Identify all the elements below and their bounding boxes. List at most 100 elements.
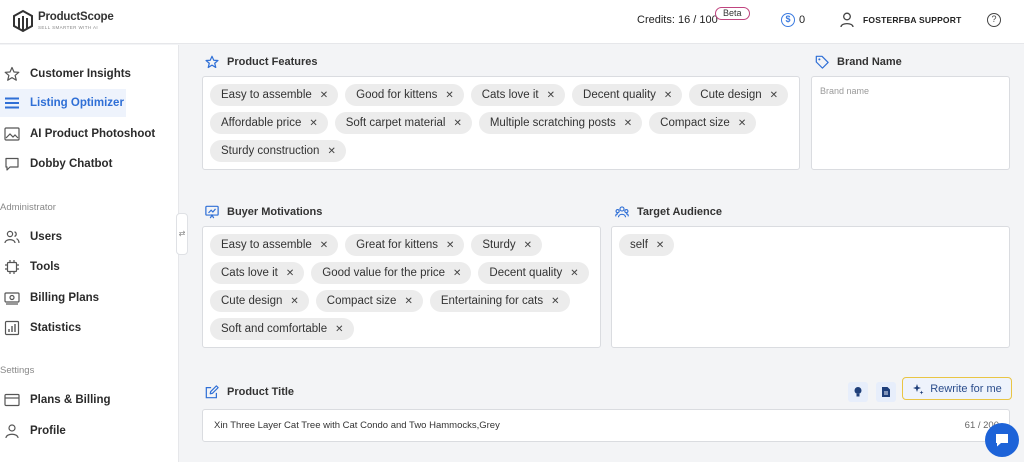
sidebar-collapse-handle[interactable]: ⇄ [176,213,188,255]
sidebar-item-label: Statistics [30,322,82,334]
logo-tagline: SELL SMARTER WITH AI [38,24,99,30]
sidebar-item-label: Listing Optimizer [30,97,124,109]
sidebar-item-label: Customer Insights [30,68,131,80]
brand-name-placeholder: Brand name [820,86,870,96]
chip-label: Decent quality [489,267,563,279]
chip-label: Easy to assemble [221,89,312,101]
section-label-administrator: Administrator [0,202,56,213]
remove-chip-icon[interactable]: ✕ [320,240,328,251]
sidebar-item-plans-billing[interactable]: Plans & Billing [0,386,120,414]
document-icon [882,387,890,397]
chip-label: Cats love it [481,89,539,101]
image-icon [4,126,20,142]
sidebar-item-tools[interactable]: Tools [0,253,100,281]
chip: Multiple scratching posts ✕ [478,112,643,134]
remove-chip-icon[interactable]: ✕ [664,90,672,101]
sidebar-item-billing-plans[interactable]: Billing Plans [0,284,120,312]
remove-chip-icon[interactable]: ✕ [445,90,453,101]
sidebar-item-users[interactable]: Users [0,223,100,251]
sidebar-item-ai-product-photoshoot[interactable]: AI Product Photoshoot [0,120,170,148]
productscope-logo[interactable]: ProductScope SELL SMARTER WITH AI [12,9,114,33]
chip-label: Easy to assemble [221,239,312,251]
rewrite-for-me-button[interactable]: Rewrite for me [902,377,1012,400]
help-icon[interactable]: ? [987,13,1001,27]
chip: Compact size ✕ [315,290,423,312]
audience-icon [615,206,629,218]
chip-label: Great for kittens [356,239,438,251]
buyer-motivations-title: Buyer Motivations [227,206,323,218]
remove-chip-icon[interactable]: ✕ [290,296,298,307]
product-title-heading: Product Title [205,385,294,399]
product-features-box[interactable]: Easy to assemble ✕ Good for kittens ✕ Cats l… [202,76,800,170]
remove-chip-icon[interactable]: ✕ [335,324,343,335]
remove-chip-icon[interactable]: ✕ [286,268,294,279]
user-name[interactable]: FOSTERFBA SUPPORT [863,15,961,25]
chip-label: Cute design [700,89,762,101]
sidebar-item-label: Tools [30,261,60,273]
remove-chip-icon[interactable]: ✕ [453,268,461,279]
chip: Good for kittens ✕ [345,84,464,106]
chip-label: Good value for the price [322,267,446,279]
wallet-icon [4,392,20,408]
user-icon[interactable] [840,12,854,28]
remove-chip-icon[interactable]: ✕ [524,240,532,251]
remove-chip-icon[interactable]: ✕ [570,268,578,279]
chip-label: self [630,239,648,251]
target-audience-box[interactable]: self ✕ [611,226,1010,348]
remove-chip-icon[interactable]: ✕ [453,118,461,129]
remove-chip-icon[interactable]: ✕ [327,146,335,157]
beta-badge: Beta [715,7,750,20]
sidebar-item-profile[interactable]: Profile [0,417,100,445]
rewrite-label: Rewrite for me [930,382,1002,395]
buyer-motivations-box[interactable]: Easy to assemble ✕ Great for kittens ✕ Sturd… [202,226,601,348]
sidebar-item-listing-optimizer[interactable]: Listing Optimizer [0,89,126,117]
target-audience-heading: Target Audience [615,205,722,219]
remove-chip-icon[interactable]: ✕ [309,118,317,129]
chip: Cats love it ✕ [470,84,566,106]
chip: Entertaining for cats ✕ [429,290,570,312]
logo-title: ProductScope [38,11,114,23]
chip: Compact size ✕ [649,112,757,134]
chip: Decent quality ✕ [478,262,589,284]
chip-label: Compact size [660,117,730,129]
chat-launcher-button[interactable] [985,423,1019,457]
remove-chip-icon[interactable]: ✕ [404,296,412,307]
credits-counter: Credits: 16 / 100 [637,14,718,26]
remove-chip-icon[interactable]: ✕ [624,118,632,129]
chat-bubble-icon [996,434,1008,447]
brand-name-input[interactable]: Brand name [811,76,1010,170]
chip: Cats love it ✕ [210,262,305,284]
sidebar-item-label: Profile [30,425,66,437]
sidebar-item-customer-insights[interactable]: Customer Insights [0,60,131,88]
chip-label: Soft carpet material [345,117,446,129]
product-features-chips: Easy to assemble ✕ Good for kittens ✕ Cats l… [210,84,792,162]
chip: self ✕ [619,234,675,256]
remove-chip-icon[interactable]: ✕ [770,90,778,101]
brand-name-heading: Brand Name [815,55,902,69]
chip-label: Sturdy [482,239,516,251]
sidebar-item-dobby-chatbot[interactable]: Dobby Chatbot [0,150,126,178]
edit-icon [205,385,219,399]
remove-chip-icon[interactable]: ✕ [656,240,664,251]
star-icon [4,66,20,82]
document-button[interactable] [876,382,896,402]
product-title-input[interactable]: Xin Three Layer Cat Tree with Cat Condo … [202,409,1010,442]
chip: Sturdy construction ✕ [210,140,346,162]
remove-chip-icon[interactable]: ✕ [551,296,559,307]
idea-button[interactable] [848,382,868,402]
sidebar-item-statistics[interactable]: Statistics [0,314,110,342]
remove-chip-icon[interactable]: ✕ [446,240,454,251]
balance-value: 0 [799,14,806,26]
remove-chip-icon[interactable]: ✕ [738,118,746,129]
chip: Easy to assemble ✕ [210,84,339,106]
remove-chip-icon[interactable]: ✕ [547,90,555,101]
chart-icon [4,320,20,336]
chat-icon [4,156,20,172]
users-icon [4,229,20,245]
chip-label: Good for kittens [356,89,438,101]
remove-chip-icon[interactable]: ✕ [320,90,328,101]
brand-name-title: Brand Name [837,56,902,68]
chip: Cute design ✕ [210,290,309,312]
chip-label: Soft and comfortable [221,323,328,335]
target-audience-chips: self ✕ [619,234,1002,256]
